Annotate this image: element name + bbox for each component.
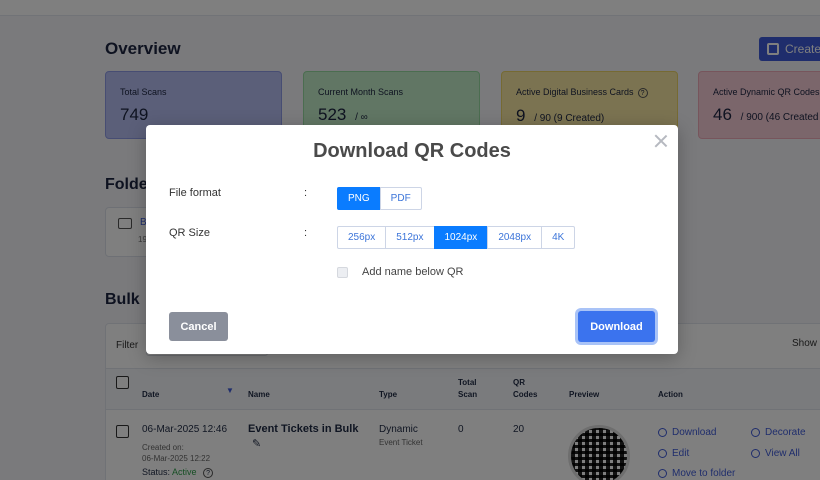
- size-option-512[interactable]: 512px: [385, 226, 435, 249]
- size-option-4k[interactable]: 4K: [541, 226, 576, 249]
- qr-size-selector: 256px 512px 1024px 2048px 4K: [337, 226, 576, 249]
- add-name-option[interactable]: Add name below QR: [337, 266, 464, 278]
- qr-size-label: QR Size: [169, 227, 210, 239]
- add-name-checkbox[interactable]: [337, 266, 348, 278]
- colon: :: [304, 227, 308, 239]
- cancel-button[interactable]: Cancel: [169, 312, 228, 341]
- modal-title: Download QR Codes: [313, 140, 511, 162]
- download-qr-modal: Download QR Codes File format : PNG PDF …: [146, 125, 678, 354]
- format-option-pdf[interactable]: PDF: [379, 187, 422, 210]
- size-option-256[interactable]: 256px: [337, 226, 387, 249]
- colon: :: [304, 187, 308, 199]
- size-option-2048[interactable]: 2048px: [487, 226, 543, 249]
- file-format-label: File format: [169, 187, 221, 199]
- file-format-selector: PNG PDF: [337, 187, 422, 210]
- download-button[interactable]: Download: [578, 311, 655, 342]
- size-option-1024[interactable]: 1024px: [433, 226, 489, 249]
- format-option-png[interactable]: PNG: [337, 187, 381, 210]
- add-name-label: Add name below QR: [362, 266, 464, 278]
